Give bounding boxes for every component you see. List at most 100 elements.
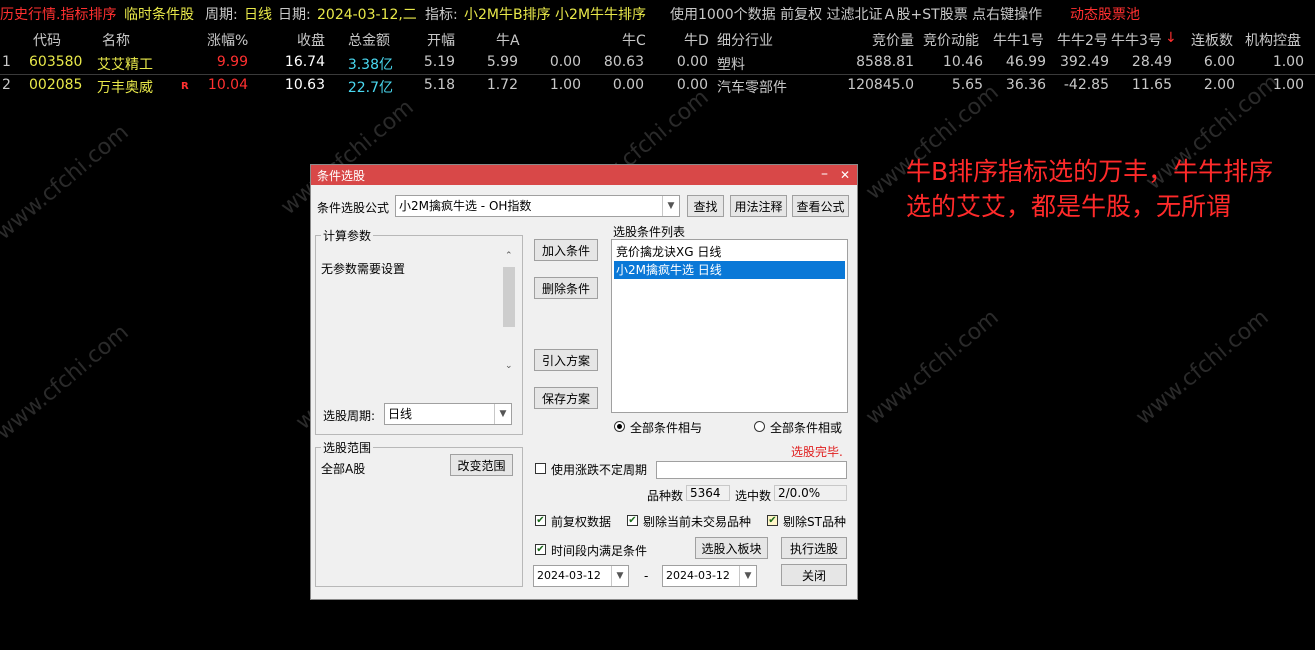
total-amount: 22.7亿 — [347, 80, 393, 96]
selected-label: 选中数 — [735, 489, 772, 503]
date-to-select[interactable]: 2024-03-12 ▼ — [662, 565, 757, 587]
close-icon[interactable]: ✕ — [840, 168, 850, 182]
limit-days: 6.00 — [1203, 54, 1235, 70]
time-range-label[interactable]: 时间段内满足条件 — [551, 542, 647, 559]
col-code[interactable]: 代码 — [33, 30, 61, 50]
condition-label[interactable]: 临时条件股 — [124, 4, 194, 24]
period-value: 日线 — [388, 407, 413, 421]
table-row[interactable]: 1 603580 艾艾精工 9.99 16.74 3.38亿 5.19 5.99… — [0, 52, 1315, 74]
change-scope-button[interactable]: 改变范围 — [450, 454, 513, 476]
list-item[interactable]: 小2M擒疯牛选 日线 — [614, 261, 845, 279]
col-auction-mom[interactable]: 竞价动能 — [923, 30, 979, 50]
dynamic-pool-link[interactable]: 动态股票池 — [1070, 4, 1140, 24]
col-close[interactable]: 收盘 — [297, 30, 325, 50]
uncertain-period-field[interactable] — [656, 461, 847, 479]
niuC-value: 80.63 — [603, 54, 644, 70]
uncertain-period-checkbox[interactable] — [535, 463, 546, 474]
count-field: 5364 — [686, 485, 730, 501]
usage-notes-button[interactable]: 用法注释 — [730, 195, 787, 217]
exclude-untraded-label[interactable]: 剔除当前未交易品种 — [643, 513, 751, 530]
col-niuA[interactable]: 牛A — [496, 30, 520, 50]
niuC-value: 0.00 — [612, 77, 644, 93]
condition-list[interactable]: 竞价擒龙诀XG 日线 小2M擒疯牛选 日线 — [611, 239, 848, 413]
limit-days: 2.00 — [1203, 77, 1235, 93]
mode-label[interactable]: 历史行情.指标排序 — [0, 4, 116, 24]
exclude-untraded-checkbox[interactable]: ✔ — [627, 515, 638, 526]
uncertain-period-label[interactable]: 使用涨跌不定周期 — [551, 461, 647, 478]
view-formula-button[interactable]: 查看公式 — [792, 195, 849, 217]
params-text: 无参数需要设置 — [321, 262, 406, 276]
niuA-value: 5.99 — [486, 54, 518, 70]
open-pct: 5.19 — [423, 54, 455, 70]
save-plan-button[interactable]: 保存方案 — [534, 387, 598, 409]
table-row[interactable]: 2 002085 万丰奥威 R 10.04 10.63 22.7亿 5.18 1… — [0, 75, 1315, 97]
col-amount[interactable]: 总金额 — [348, 30, 390, 50]
niu3-value: 11.65 — [1131, 77, 1172, 93]
status-text: 选股完毕. — [791, 445, 843, 459]
import-plan-button[interactable]: 引入方案 — [534, 349, 598, 371]
find-button[interactable]: 查找 — [687, 195, 724, 217]
scroll-thumb[interactable] — [503, 267, 515, 327]
col-niuC[interactable]: 牛C — [622, 30, 646, 50]
auction-volume: 120845.0 — [847, 77, 914, 93]
period-select[interactable]: 日线 ▼ — [384, 403, 512, 425]
radio-all-and[interactable] — [614, 421, 625, 432]
date-from-select[interactable]: 2024-03-12 ▼ — [533, 565, 629, 587]
list-item[interactable]: 竞价擒龙诀XG 日线 — [614, 243, 845, 261]
add-condition-button[interactable]: 加入条件 — [534, 239, 598, 261]
exclude-st-checkbox[interactable]: ✔ — [767, 515, 778, 526]
scroll-up-icon[interactable]: ⌃ — [505, 251, 513, 261]
selected-value: 2/0.0% — [778, 486, 821, 500]
adjust-label[interactable]: 前复权数据 — [551, 513, 611, 530]
scroll-down-icon[interactable]: ⌄ — [505, 361, 513, 371]
auction-momentum: 5.65 — [951, 77, 983, 93]
period-label: 周期: — [205, 7, 238, 23]
col-industry[interactable]: 细分行业 — [717, 30, 773, 50]
radio-all-or-label[interactable]: 全部条件相或 — [770, 419, 842, 436]
radio-all-and-label[interactable]: 全部条件相与 — [630, 419, 702, 436]
watermark: www.cfchi.com — [861, 304, 1004, 431]
col-auction-vol[interactable]: 竞价量 — [872, 30, 914, 50]
inst-control: 1.00 — [1272, 54, 1304, 70]
chevron-down-icon[interactable]: ▼ — [611, 566, 628, 586]
delete-condition-button[interactable]: 删除条件 — [534, 277, 598, 299]
date-from-value: 2024-03-12 — [537, 569, 601, 582]
indicator-value[interactable]: 小2M牛B排序 小2M牛牛排序 — [464, 4, 646, 24]
radio-all-or[interactable] — [754, 421, 765, 432]
add-to-block-button[interactable]: 选股入板块 — [695, 537, 768, 559]
niuD-value: 0.00 — [676, 77, 708, 93]
col-inst[interactable]: 机构控盘 — [1245, 30, 1301, 50]
col-n3[interactable]: 牛牛3号 — [1111, 30, 1162, 50]
col-n2[interactable]: 牛牛2号 — [1057, 30, 1108, 50]
adjust-checkbox[interactable]: ✔ — [535, 515, 546, 526]
change-pct: 9.99 — [216, 54, 248, 70]
run-select-button[interactable]: 执行选股 — [781, 537, 847, 559]
col-open[interactable]: 开幅 — [427, 30, 455, 50]
col-niuD[interactable]: 牛D — [684, 30, 709, 50]
niuD-value: 0.00 — [676, 54, 708, 70]
annotation-line-2: 选的艾艾，都是牛股，无所谓 — [906, 192, 1232, 221]
niu1-value: 46.99 — [1005, 54, 1046, 70]
row-index: 1 — [2, 54, 11, 70]
chevron-down-icon[interactable]: ▼ — [739, 566, 756, 586]
close-button[interactable]: 关闭 — [781, 564, 847, 586]
chevron-down-icon[interactable]: ▼ — [494, 404, 511, 424]
formula-select[interactable]: 小2M擒疯牛选 - OH指数 ▼ — [395, 195, 680, 217]
col-name[interactable]: 名称 — [102, 30, 130, 50]
condition-select-dialog: 条件选股 – ✕ 条件选股公式 小2M擒疯牛选 - OH指数 ▼ 查找 用法注释… — [310, 164, 858, 600]
col-n1[interactable]: 牛牛1号 — [993, 30, 1044, 50]
minimize-icon[interactable]: – — [821, 166, 828, 182]
col-change[interactable]: 涨幅% — [207, 30, 248, 50]
time-range-checkbox[interactable]: ✔ — [535, 544, 546, 555]
chevron-down-icon[interactable]: ▼ — [662, 196, 679, 216]
exclude-st-label[interactable]: 剔除ST品种 — [783, 513, 846, 530]
col-limit-days[interactable]: 连板数 — [1191, 30, 1233, 50]
params-scrollbar[interactable]: ⌃ ⌄ — [501, 249, 517, 377]
stock-name: 万丰奥威 — [97, 80, 153, 96]
dialog-title-bar[interactable]: 条件选股 – ✕ — [311, 165, 857, 185]
annotation-text: 牛B排序指标选的万丰，牛牛排序 选的艾艾，都是牛股，无所谓 — [906, 154, 1273, 224]
close-price: 16.74 — [284, 54, 325, 70]
niu3-value: 28.49 — [1131, 54, 1172, 70]
count-value: 5364 — [690, 486, 721, 500]
open-pct: 5.18 — [423, 77, 455, 93]
